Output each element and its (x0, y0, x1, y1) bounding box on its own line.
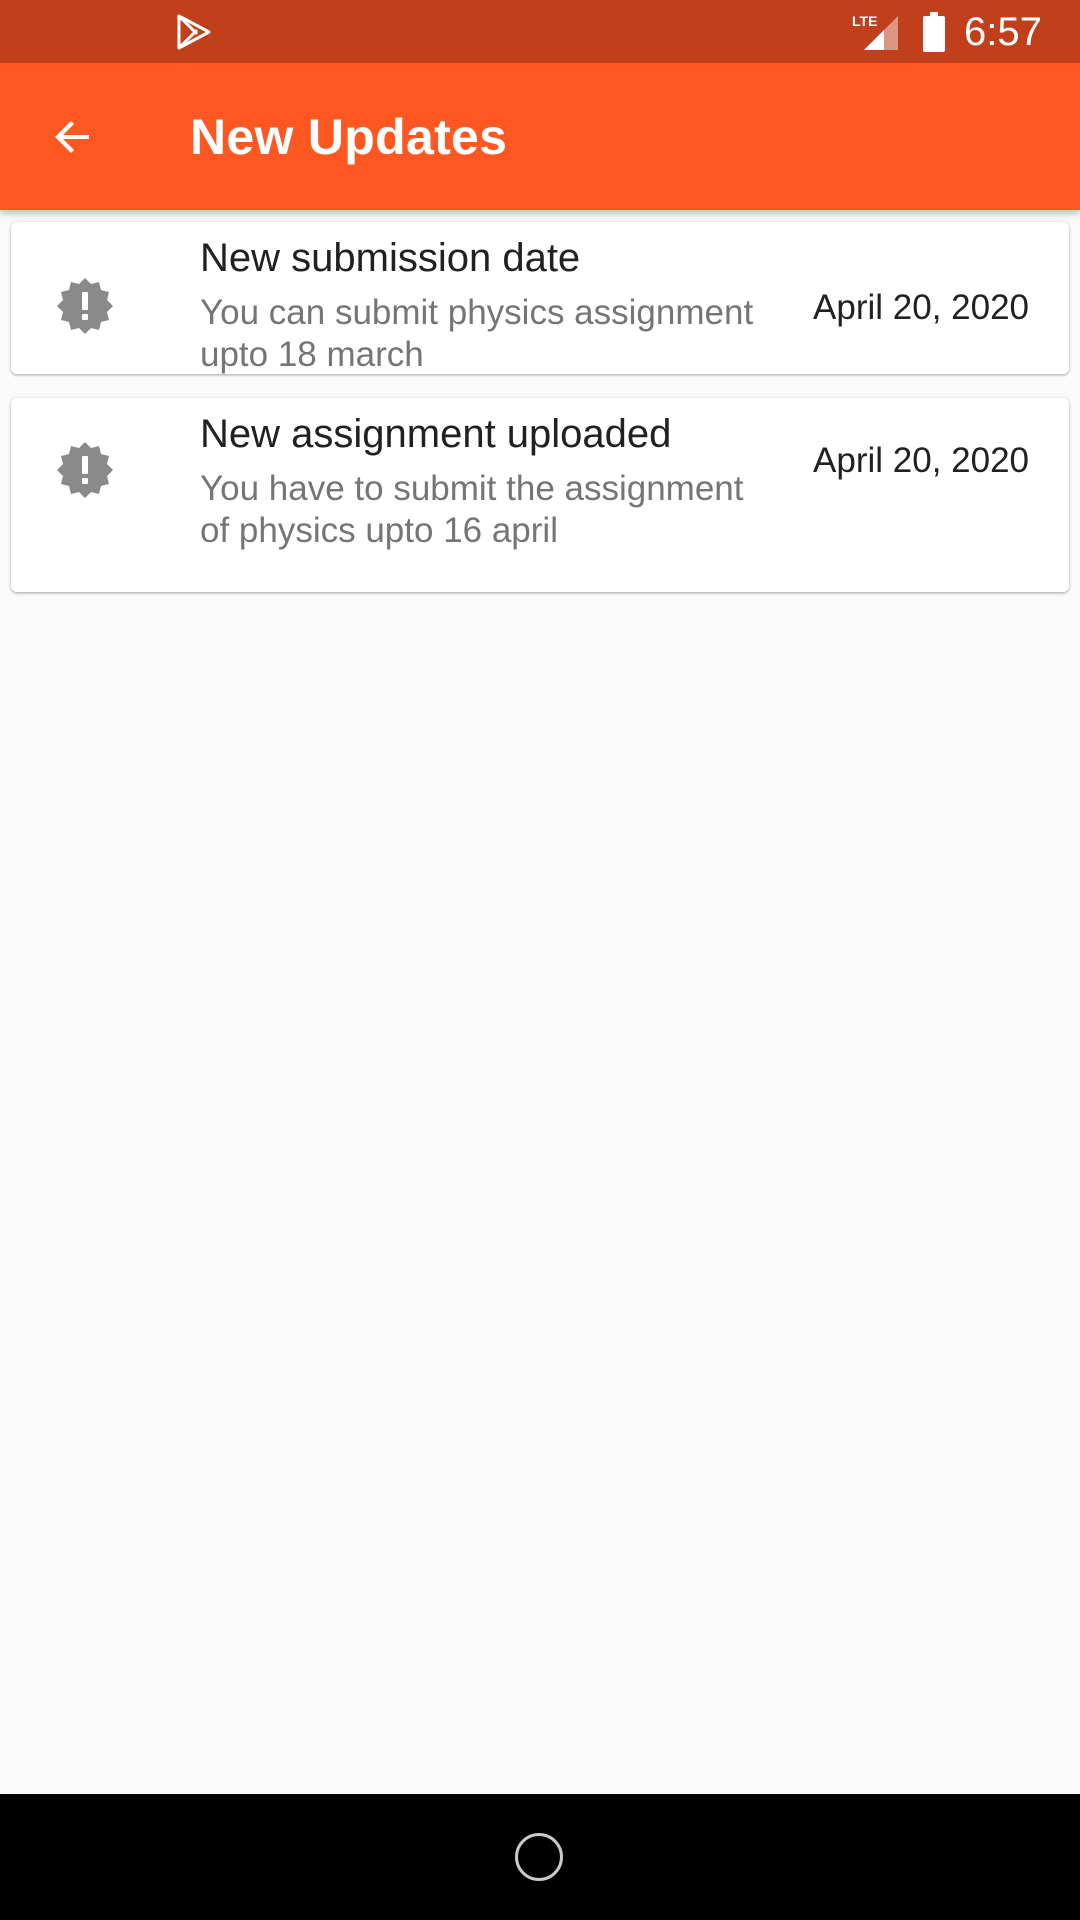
update-body: You can submit physics assignment upto 1… (200, 293, 754, 374)
update-card[interactable]: New assignment uploaded You have to subm… (11, 398, 1069, 592)
alert-badge-icon (57, 442, 113, 498)
navigation-bar (0, 1794, 1080, 1920)
status-bar: LTE 6:57 (0, 0, 1080, 63)
lte-signal-icon: LTE (852, 13, 898, 50)
update-title: New assignment uploaded (200, 412, 672, 456)
battery-icon (923, 12, 945, 52)
status-time: 6:57 (964, 10, 1042, 54)
page-title: New Updates (190, 109, 508, 165)
back-button[interactable] (30, 99, 116, 175)
svg-text:LTE: LTE (852, 13, 877, 29)
alert-badge-icon (57, 278, 113, 334)
update-title: New submission date (200, 236, 581, 280)
update-date: April 20, 2020 (813, 288, 1029, 327)
update-date: April 20, 2020 (813, 441, 1029, 480)
home-circle-icon[interactable] (515, 1833, 563, 1881)
play-store-icon (177, 14, 211, 50)
update-body: You have to submit the assignment of phy… (200, 469, 744, 550)
update-card[interactable]: New submission date You can submit physi… (11, 222, 1069, 374)
arrow-back-icon (55, 121, 89, 153)
app-bar: New Updates (0, 63, 1080, 210)
